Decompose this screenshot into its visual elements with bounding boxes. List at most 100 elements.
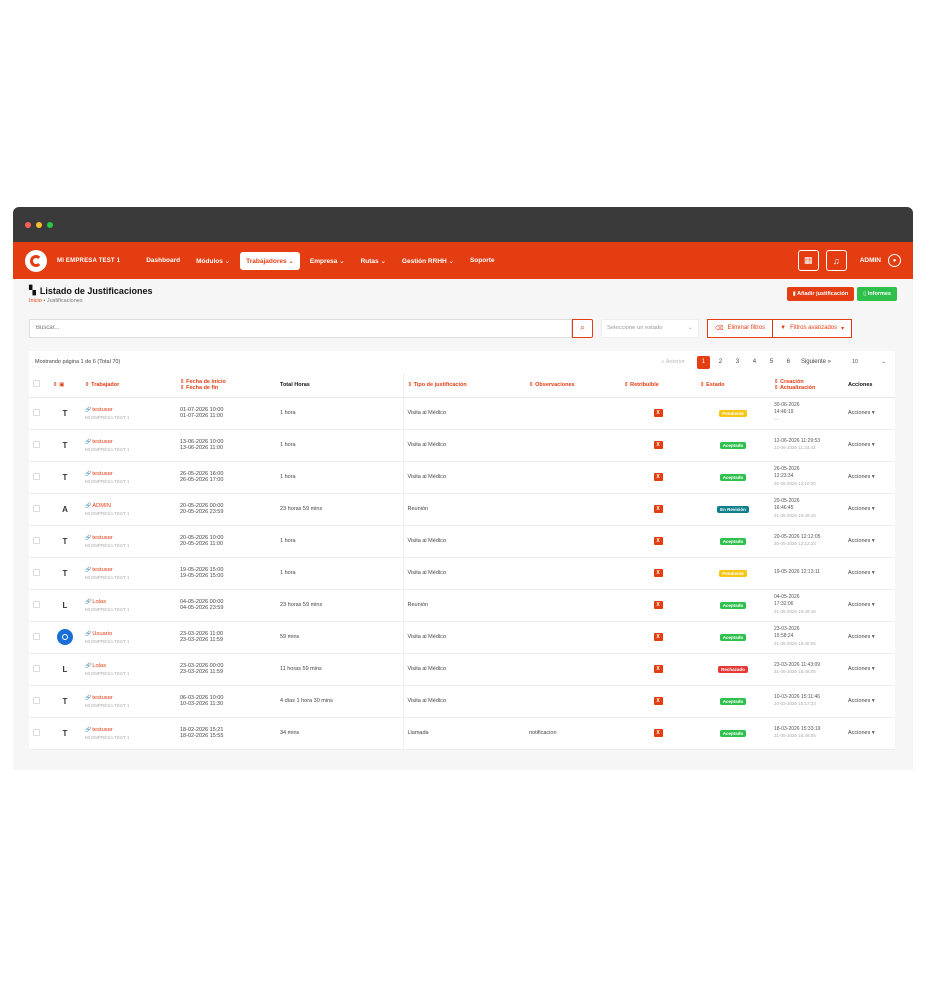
- worker-link[interactable]: 🔗ADMIN: [85, 503, 172, 509]
- worker-link[interactable]: 🔗testuser: [85, 695, 172, 701]
- row-actions-button[interactable]: Acciones ▾: [844, 429, 895, 462]
- table-row[interactable]: L 🔗Lolas MI EMPRESA TEST 1 23-03-2026 00:00…: [29, 653, 895, 686]
- updated-date: 21-05-2026 16:48:05: [774, 669, 816, 674]
- link-icon: 🔗: [85, 534, 92, 541]
- close-dot[interactable]: [25, 221, 31, 228]
- nav-item-5[interactable]: Gestión RRHH ⌄: [396, 252, 460, 270]
- table-row[interactable]: T 🔗testuser MI EMPRESA TEST 1 01-07-2026 10…: [29, 397, 895, 430]
- search-icon[interactable]: ⌕: [572, 318, 593, 338]
- nav-item-1[interactable]: Módulos ⌄: [190, 252, 236, 270]
- document-icon: ▚: [29, 285, 36, 295]
- row-actions-button[interactable]: Acciones ▾: [844, 557, 895, 590]
- row-checkbox[interactable]: [33, 696, 40, 704]
- page-button-6[interactable]: 6: [782, 356, 795, 369]
- clear-filters-button[interactable]: ⌫ Eliminar filtros: [707, 318, 774, 338]
- worker-link[interactable]: 🔗testuser: [85, 439, 172, 445]
- row-checkbox[interactable]: [33, 664, 40, 672]
- page-button-1[interactable]: 1: [696, 355, 710, 369]
- col-tipo[interactable]: ⇕ Tipo de justificación: [403, 373, 525, 398]
- col-estado[interactable]: ⇕ Estado: [696, 373, 770, 398]
- table-row[interactable]: L 🔗Lolas MI EMPRESA TEST 1 04-05-2026 00:00…: [29, 589, 895, 622]
- user-name[interactable]: ADMIN: [860, 257, 881, 264]
- created-time: 15:58:24: [774, 633, 794, 640]
- col-retribuible[interactable]: ⇕ Retribuible: [620, 373, 696, 398]
- table-row[interactable]: T 🔗testuser MI EMPRESA TEST 1 20-05-2026 10…: [29, 525, 895, 558]
- table-row[interactable]: T 🔗testuser MI EMPRESA TEST 1 13-06-2026 10…: [29, 429, 895, 462]
- brand-logo-icon[interactable]: [25, 249, 47, 272]
- page-size-select[interactable]: 10 ⌄: [849, 356, 889, 369]
- nav-item-6[interactable]: Soporte: [464, 252, 501, 269]
- row-checkbox[interactable]: [33, 440, 40, 448]
- next-page-button[interactable]: Siguiente »: [801, 359, 831, 365]
- nav-item-0[interactable]: Dashboard: [140, 252, 186, 269]
- maximize-dot[interactable]: [47, 221, 53, 228]
- user-avatar-icon[interactable]: ●: [888, 254, 901, 267]
- bell-icon[interactable]: ♫: [825, 250, 847, 271]
- col-trabajador[interactable]: ⇕ Trabajador: [81, 373, 176, 398]
- worker-link[interactable]: 🔗testuser: [85, 407, 172, 413]
- link-icon: 🔗: [85, 662, 92, 669]
- page-button-4[interactable]: 4: [748, 356, 761, 369]
- row-actions-button[interactable]: Acciones ▾: [844, 589, 895, 622]
- row-checkbox[interactable]: [33, 728, 40, 736]
- worker-link[interactable]: 🔗testuser: [85, 727, 172, 733]
- status-select[interactable]: Seleccione un estado ⌄: [601, 318, 699, 338]
- col-creacion[interactable]: ⇕ Creación ⇕ Actualización: [770, 373, 844, 398]
- add-justification-button[interactable]: ▮ Añadir justificación: [786, 287, 855, 301]
- reports-button[interactable]: ▯ Informes: [857, 287, 897, 301]
- minimize-dot[interactable]: [36, 221, 42, 228]
- row-actions-button[interactable]: Acciones ▾: [844, 653, 895, 686]
- brand-name: MI EMPRESA TEST 1: [57, 257, 121, 264]
- nav-item-2[interactable]: Trabajadores ⌄: [240, 251, 300, 270]
- calendar-icon[interactable]: ▦: [797, 250, 819, 271]
- breadcrumb-home[interactable]: Inicio: [29, 298, 42, 304]
- nav-item-3[interactable]: Empresa ⌄: [304, 252, 351, 270]
- caret-down-icon: ▾: [871, 602, 875, 608]
- table-row[interactable]: T 🔗testuser MI EMPRESA TEST 1 26-05-2026 16…: [29, 461, 895, 494]
- row-checkbox[interactable]: [33, 408, 40, 416]
- worker-link[interactable]: 🔗Usuario: [85, 631, 172, 637]
- search-input[interactable]: [29, 318, 572, 338]
- nav-item-4[interactable]: Rutas ⌄: [355, 252, 392, 270]
- row-checkbox[interactable]: [33, 632, 40, 640]
- advanced-filters-button[interactable]: ▼ Filtros avanzados ▾: [773, 318, 853, 338]
- row-checkbox[interactable]: [33, 504, 40, 512]
- updated-date: 21-05-2026 16:49:18: [774, 608, 816, 614]
- table-row[interactable]: T 🔗testuser MI EMPRESA TEST 1 18-02-2026 15…: [29, 717, 895, 750]
- page-button-5[interactable]: 5: [765, 356, 778, 369]
- row-checkbox[interactable]: [33, 568, 40, 576]
- worker-link[interactable]: 🔗Lolas: [85, 599, 172, 605]
- worker-link[interactable]: 🔗testuser: [85, 535, 172, 541]
- table-row[interactable]: A 🔗ADMIN MI EMPRESA TEST 1 20-05-2026 00:00…: [29, 493, 895, 526]
- retribuible-badge: X: [653, 665, 663, 673]
- worker-link[interactable]: 🔗Lolas: [85, 663, 172, 669]
- col-avatar[interactable]: ⇕ ▣: [49, 373, 81, 398]
- select-all-checkbox[interactable]: [33, 380, 40, 388]
- row-actions-button[interactable]: Acciones ▾: [844, 621, 895, 654]
- col-observaciones[interactable]: ⇕ Observaciones: [525, 373, 620, 398]
- table-row[interactable]: T 🔗testuser MI EMPRESA TEST 1 06-03-2026 10…: [29, 685, 895, 718]
- table-row[interactable]: 🔗Usuario MI EMPRESA TEST 1 23-03-2026 11:0…: [29, 621, 895, 654]
- row-actions-button[interactable]: Acciones ▾: [844, 717, 895, 750]
- row-actions-button[interactable]: Acciones ▾: [844, 685, 895, 718]
- worker-avatar: T: [49, 397, 81, 430]
- observations: [525, 429, 620, 462]
- row-checkbox[interactable]: [33, 536, 40, 544]
- row-checkbox[interactable]: [33, 472, 40, 480]
- col-fechas[interactable]: ⇕ Fecha de inicio ⇕ Fecha de fin: [176, 373, 276, 398]
- page-button-3[interactable]: 3: [731, 356, 744, 369]
- row-actions-button[interactable]: Acciones ▾: [844, 525, 895, 558]
- page-button-2[interactable]: 2: [714, 356, 727, 369]
- row-actions-button[interactable]: Acciones ▾: [844, 397, 895, 430]
- updated-date: —: [774, 416, 779, 422]
- dates-cell: 18-02-2026 15:21 18-02-2026 15:55: [176, 717, 276, 750]
- worker-link[interactable]: 🔗testuser: [85, 567, 172, 573]
- prev-page-button[interactable]: « Anterior: [661, 359, 685, 365]
- row-actions-button[interactable]: Acciones ▾: [844, 493, 895, 526]
- worker-link[interactable]: 🔗testuser: [85, 471, 172, 477]
- dates-cell: 23-03-2026 11:00 23-03-2026 11:59: [176, 621, 276, 654]
- row-actions-button[interactable]: Acciones ▾: [844, 461, 895, 494]
- breadcrumb: Inicio • Justificaciones: [29, 298, 152, 304]
- table-row[interactable]: T 🔗testuser MI EMPRESA TEST 1 19-05-2026 15…: [29, 557, 895, 590]
- row-checkbox[interactable]: [33, 600, 40, 608]
